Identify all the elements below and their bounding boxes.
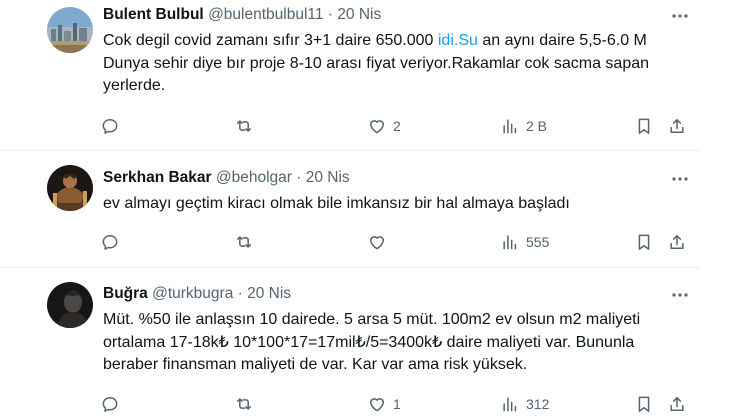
like-icon [367,394,387,414]
bookmark-icon [634,394,654,414]
author-handle[interactable]: @bulentbulbul11 [208,6,323,23]
tweet-header: Buğra @turkbugra · 20 Nis [103,285,291,303]
like-icon [367,232,387,252]
more-icon[interactable] [670,290,690,300]
like-button[interactable] [367,230,393,254]
tweet-actions: 555 [100,230,690,254]
views-button[interactable]: 555 [500,230,549,254]
like-count: 1 [393,396,401,412]
tweet-actions: 2 2 B [100,114,690,138]
retweet-button[interactable] [234,392,260,416]
author-name[interactable]: Serkhan Bakar [103,169,212,186]
more-icon[interactable] [670,11,690,21]
tweet-link[interactable]: idi.Su [438,32,478,49]
tweet[interactable]: Bulent Bulbul @bulentbulbul11 · 20 Nis C… [0,0,700,149]
tweet-date[interactable]: 20 Nis [247,285,291,302]
views-count: 312 [526,396,550,412]
views-button[interactable]: 2 B [500,114,547,138]
reply-icon [100,232,120,252]
share-icon [667,232,687,252]
bookmark-icon [634,116,654,136]
share-button[interactable] [667,114,687,138]
share-button[interactable] [667,230,687,254]
author-name[interactable]: Bulent Bulbul [103,6,204,23]
retweet-icon [234,394,254,414]
retweet-button[interactable] [234,230,260,254]
tweet-date[interactable]: 20 Nis [337,6,381,23]
like-count: 2 [393,118,401,134]
views-icon [500,232,520,252]
warrior-avatar[interactable] [47,165,93,211]
tweet-header: Serkhan Bakar @beholgar · 20 Nis [103,169,350,187]
tweet-text: Müt. %50 ile anlaşsın 10 dairede. 5 arsa… [103,311,641,373]
like-button[interactable]: 2 [367,114,401,138]
bookmark-button[interactable] [634,230,654,254]
retweet-icon [234,116,254,136]
tweet[interactable]: Buğra @turkbugra · 20 Nis Müt. %50 ile a… [0,268,700,420]
separator-dot: · [296,169,302,186]
tweet-header: Bulent Bulbul @bulentbulbul11 · 20 Nis [103,6,381,24]
retweet-button[interactable] [234,114,260,138]
city-skyline-avatar[interactable] [47,7,93,53]
reply-button[interactable] [100,230,126,254]
reply-icon [100,394,120,414]
tweet-date[interactable]: 20 Nis [306,169,350,186]
tweet-actions: 1 312 [100,392,690,416]
tweet-text: Cok degil covid zamanı sıfır 3+1 daire 6… [103,30,668,98]
share-button[interactable] [667,392,687,416]
views-count: 2 B [526,118,548,134]
share-icon [667,116,687,136]
views-button[interactable]: 312 [500,392,549,416]
separator-dot: · [327,6,333,23]
tweet-text-part: Cok degil covid zamanı sıfır 3+1 daire 6… [103,32,438,49]
author-handle[interactable]: @turkbugra [152,285,233,302]
reply-button[interactable] [100,114,126,138]
bookmark-button[interactable] [634,114,654,138]
author-handle[interactable]: @beholgar [216,169,292,186]
bookmark-icon [634,232,654,252]
tweet-feed: Bulent Bulbul @bulentbulbul11 · 20 Nis C… [0,0,730,420]
author-name[interactable]: Buğra [103,285,148,302]
like-button[interactable]: 1 [367,392,401,416]
dark-portrait-avatar[interactable] [47,282,93,328]
like-icon [367,116,387,136]
tweet-text: ev almayı geçtim kiracı olmak bile imkan… [103,195,570,212]
views-count: 555 [526,234,550,250]
more-icon[interactable] [670,174,690,184]
views-icon [500,116,520,136]
views-icon [500,394,520,414]
tweet[interactable]: Serkhan Bakar @beholgar · 20 Nis ev alma… [0,151,700,266]
separator-dot: · [237,285,243,302]
retweet-icon [234,232,254,252]
reply-icon [100,116,120,136]
share-icon [667,394,687,414]
reply-button[interactable] [100,392,126,416]
bookmark-button[interactable] [634,392,654,416]
